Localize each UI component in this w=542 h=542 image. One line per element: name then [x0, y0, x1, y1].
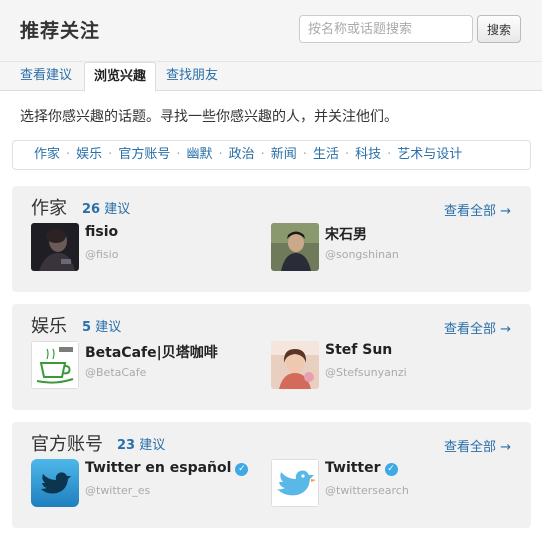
user-card[interactable]: Stef Sun @Stefsunyanzi — [271, 341, 501, 391]
suggestion-count[interactable]: 26 建议 — [82, 198, 130, 217]
avatar[interactable] — [271, 341, 319, 389]
suggestion-count[interactable]: 5 建议 — [82, 316, 121, 335]
category-separator: · — [176, 147, 181, 162]
category-separator: · — [218, 147, 223, 162]
search-button[interactable]: 搜索 — [477, 15, 521, 43]
user-card[interactable]: Twitter en español ✓ @twitter_es — [31, 459, 261, 509]
user-handle: @Stefsunyanzi — [325, 366, 407, 379]
section-entertainment: 娱乐 5 建议 查看全部 → BetaCafe|贝塔咖啡 @BetaCafe S… — [12, 304, 531, 410]
tab-suggestions[interactable]: 查看建议 — [11, 62, 81, 91]
user-card[interactable]: Twitter ✓ @twittersearch — [271, 459, 501, 509]
category-separator: · — [344, 147, 350, 162]
page-title: 推荐关注 — [20, 20, 101, 42]
avatar[interactable] — [31, 341, 79, 389]
user-card[interactable]: BetaCafe|贝塔咖啡 @BetaCafe — [31, 341, 261, 391]
category-separator: · — [302, 147, 307, 162]
user-card[interactable]: 宋石男 @songshinan — [271, 223, 501, 273]
category-bar: 作家 · 娱乐 · 官方账号 · 幽默 · 政治 · 新闻 · 生活 · 科技 · 艺术与设计 — [12, 140, 531, 170]
section-title: 作家 — [31, 198, 67, 219]
user-name[interactable]: fisio — [85, 224, 118, 240]
category-life[interactable]: 生活 — [313, 147, 339, 162]
user-name[interactable]: Twitter en español ✓ — [85, 460, 249, 476]
search-input[interactable] — [299, 15, 473, 43]
view-all-link[interactable]: 查看全部 → — [444, 200, 511, 219]
category-separator: · — [260, 147, 265, 162]
user-handle: @BetaCafe — [85, 366, 147, 379]
category-writers[interactable]: 作家 — [34, 147, 60, 162]
user-card[interactable]: fisio @fisio — [31, 223, 261, 273]
category-entertainment[interactable]: 娱乐 — [76, 147, 102, 162]
avatar[interactable] — [31, 223, 79, 271]
category-politics[interactable]: 政治 — [229, 147, 255, 162]
tab-browse-interests[interactable]: 浏览兴趣 — [84, 62, 157, 92]
user-handle: @fisio — [85, 248, 119, 261]
user-handle: @twittersearch — [325, 484, 409, 497]
user-name[interactable]: 宋石男 — [325, 224, 367, 244]
user-name[interactable]: Stef Sun — [325, 342, 392, 358]
verified-badge-icon: ✓ — [235, 463, 249, 476]
user-handle: @twitter_es — [85, 484, 151, 497]
category-news[interactable]: 新闻 — [271, 147, 297, 162]
category-art-design[interactable]: 艺术与设计 — [397, 147, 462, 162]
category-separator: · — [66, 147, 71, 162]
section-title: 官方账号 — [31, 434, 103, 455]
view-all-link[interactable]: 查看全部 → — [444, 436, 511, 455]
section-official: 官方账号 23 建议 查看全部 → Twitter en español ✓ @t… — [12, 422, 531, 528]
view-all-link[interactable]: 查看全部 → — [444, 318, 511, 337]
suggestion-count[interactable]: 23 建议 — [117, 434, 165, 453]
category-tech[interactable]: 科技 — [355, 147, 381, 162]
avatar[interactable] — [31, 459, 79, 507]
category-official[interactable]: 官方账号 — [118, 147, 170, 162]
category-separator: · — [387, 147, 392, 162]
avatar[interactable] — [271, 223, 319, 271]
user-name[interactable]: Twitter ✓ — [325, 460, 398, 476]
header: 推荐关注 搜索 — [0, 0, 542, 62]
tab-find-friends[interactable]: 查找朋友 — [157, 62, 227, 91]
section-title: 娱乐 — [31, 316, 67, 337]
user-handle: @songshinan — [325, 248, 399, 261]
category-humor[interactable]: 幽默 — [186, 147, 212, 162]
verified-badge-icon: ✓ — [384, 463, 398, 476]
intro-text: 选择你感兴趣的话题。寻找一些你感兴趣的人，并关注他们。 — [20, 109, 398, 125]
section-writers: 作家 26 建议 查看全部 → fisio @fisio 宋石男 @songsh… — [12, 186, 531, 292]
tab-bar: 查看建议 浏览兴趣 查找朋友 — [0, 62, 542, 92]
category-separator: · — [108, 147, 113, 162]
user-name[interactable]: BetaCafe|贝塔咖啡 — [85, 342, 218, 362]
avatar[interactable] — [271, 459, 319, 507]
